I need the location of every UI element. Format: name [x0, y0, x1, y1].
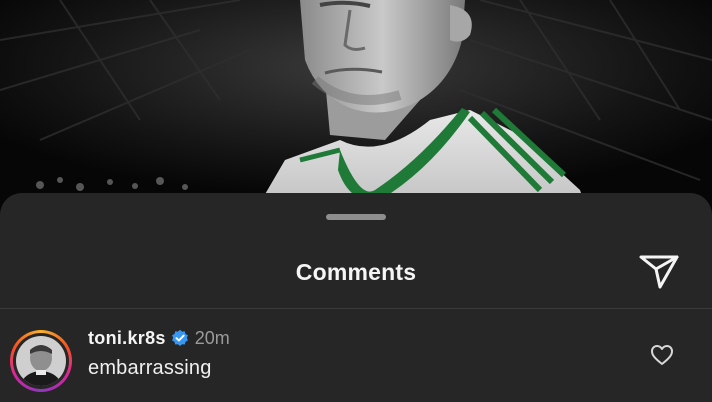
story-ring[interactable]	[10, 330, 72, 392]
avatar	[16, 336, 66, 386]
comment-header: toni.kr8s 20m	[88, 327, 230, 349]
divider	[0, 308, 712, 309]
post-photo[interactable]	[0, 0, 712, 220]
profile-photo	[16, 336, 66, 386]
comment-item: toni.kr8s 20m embarrassing	[0, 327, 712, 402]
comment-username[interactable]: toni.kr8s	[88, 328, 166, 349]
player-portrait-image	[0, 0, 712, 220]
comment-timestamp: 20m	[194, 327, 230, 348]
comment-text: embarrassing	[88, 357, 212, 379]
comments-title: Comments	[295, 259, 417, 285]
like-comment-button[interactable]	[650, 344, 674, 366]
paper-plane-icon	[639, 255, 679, 289]
verified-badge-icon	[171, 329, 189, 347]
comments-sheet: Comments toni.kr8s 20m embarrassing	[0, 193, 712, 402]
screen: Comments toni.kr8s 20m embarrassing	[0, 0, 712, 402]
share-button[interactable]	[638, 251, 680, 291]
drag-handle[interactable]	[326, 214, 386, 220]
heart-outline-icon	[651, 345, 673, 365]
